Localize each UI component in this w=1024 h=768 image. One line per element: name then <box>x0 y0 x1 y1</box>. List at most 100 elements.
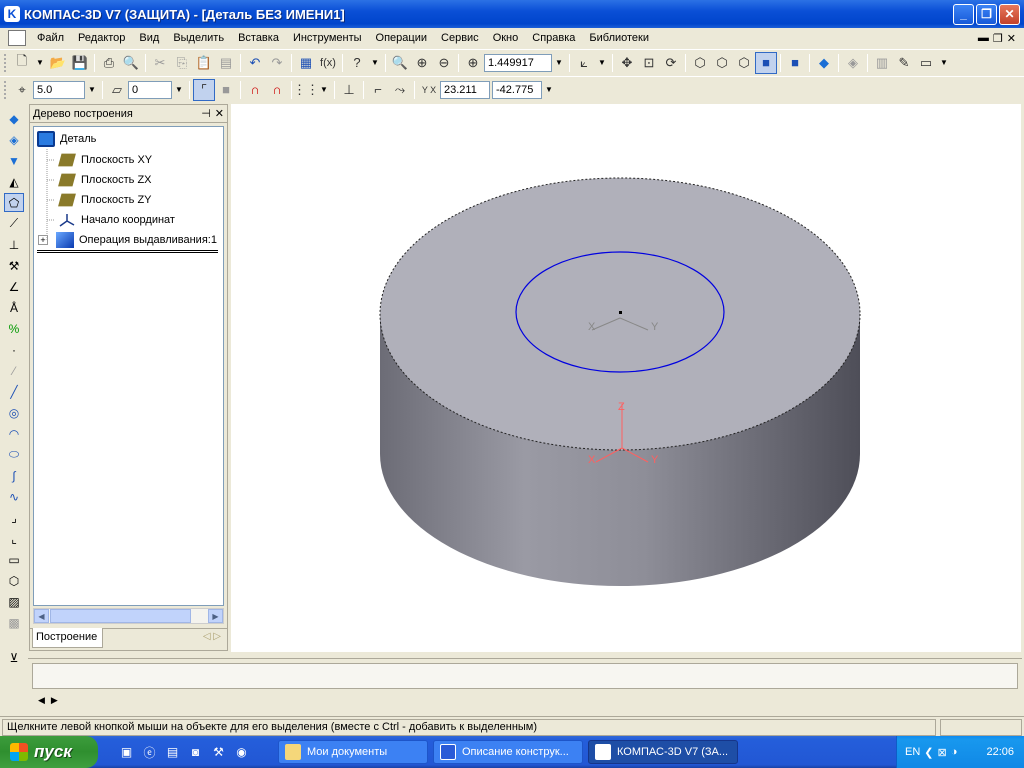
round-icon[interactable]: ⤳ <box>389 79 411 101</box>
undo-icon[interactable]: ↶ <box>244 52 266 74</box>
edit-part-icon[interactable]: ■ <box>215 79 237 101</box>
menu-help[interactable]: Справка <box>525 32 582 44</box>
chevron-down-icon[interactable]: ▼ <box>368 58 382 67</box>
task-kompas[interactable]: КОМПАС-3D V7 (ЗА... <box>588 740 738 764</box>
chevron-down-icon[interactable]: ▼ <box>542 85 556 94</box>
show-desktop-icon[interactable]: ▣ <box>116 742 137 763</box>
chamfer-icon[interactable]: ⌟ <box>4 508 24 527</box>
constraints-icon[interactable]: ∠ <box>4 277 24 296</box>
tree-item-plane-zy[interactable]: Плоскость ZY <box>58 191 152 209</box>
fillet-icon[interactable]: ⌞ <box>4 529 24 548</box>
help-cursor-icon[interactable]: ? <box>346 52 368 74</box>
tree-item-origin[interactable]: Начало координат <box>58 211 175 229</box>
local-cs-icon[interactable]: ⊥ <box>338 79 360 101</box>
open-file-icon[interactable]: 📂 <box>47 52 69 74</box>
explorer-icon[interactable]: ▤ <box>162 742 183 763</box>
perspective-icon[interactable]: ◆ <box>813 52 835 74</box>
document-icon[interactable] <box>8 30 26 46</box>
fill-icon[interactable]: ▩ <box>4 613 24 632</box>
coord-y-field[interactable]: -42.775 <box>492 80 542 99</box>
zoom-frame-icon[interactable]: 🔍 <box>389 52 411 74</box>
spec-icon[interactable]: ▥ <box>871 52 893 74</box>
ellipse-icon[interactable]: ⬭ <box>4 445 24 464</box>
zoom-out-icon[interactable]: ⊖ <box>433 52 455 74</box>
wireframe-icon[interactable]: ⬡ <box>689 52 711 74</box>
menu-tools[interactable]: Инструменты <box>286 32 369 44</box>
orientation-icon[interactable]: ⟀ <box>573 52 595 74</box>
tree-item-plane-zx[interactable]: Плоскость ZX <box>58 171 152 189</box>
circle-icon[interactable]: ◎ <box>4 403 24 422</box>
media-player-icon[interactable]: ◉ <box>231 742 252 763</box>
app-icon[interactable]: ⚒ <box>208 742 229 763</box>
edit-operations-icon[interactable]: ◈ <box>4 130 24 149</box>
measure-icon[interactable]: ◭ <box>4 172 24 191</box>
print-icon[interactable]: ⎙ <box>98 52 120 74</box>
layer-field[interactable]: 0 <box>128 80 172 99</box>
task-my-documents[interactable]: Мои документы <box>278 740 428 764</box>
hidden-lines-icon[interactable]: ⬡ <box>711 52 733 74</box>
start-button[interactable]: пуск <box>0 736 98 768</box>
zoom-fit-icon[interactable]: ⊡ <box>638 52 660 74</box>
thin-hidden-lines-icon[interactable]: ⬡ <box>733 52 755 74</box>
point-icon[interactable]: · <box>4 340 24 359</box>
filter-icon[interactable]: ▼ <box>4 151 24 170</box>
model-viewport[interactable]: X Y Z X Y <box>231 104 1021 652</box>
chevron-down-icon[interactable]: ▼ <box>317 85 331 94</box>
print-preview-icon[interactable]: 🔍 <box>120 52 142 74</box>
ie-icon[interactable]: ⓔ <box>139 742 160 763</box>
editing-icon[interactable]: ⚒ <box>4 256 24 275</box>
parametrization-icon[interactable]: ⊥ <box>4 235 24 254</box>
layers-icon[interactable]: ▱ <box>106 79 128 101</box>
toolbar-grip[interactable] <box>4 53 7 72</box>
paste-icon[interactable]: 📋 <box>193 52 215 74</box>
menu-edit[interactable]: Редактор <box>71 32 132 44</box>
scroll-thumb[interactable] <box>50 609 191 623</box>
grid-icon[interactable]: ⋮⋮ <box>293 79 319 101</box>
step-field[interactable]: 5.0 <box>33 80 85 99</box>
language-indicator[interactable]: EN <box>905 746 920 758</box>
pan-icon[interactable]: ✥ <box>616 52 638 74</box>
tab-prev-icon[interactable]: ◁ <box>203 631 211 642</box>
local-snap-icon[interactable]: ∩ <box>266 79 288 101</box>
chevron-down-icon[interactable]: ▼ <box>937 58 951 67</box>
menu-service[interactable]: Сервис <box>434 32 486 44</box>
rectangle-icon[interactable]: ▭ <box>4 550 24 569</box>
nav-right-icon[interactable]: ▶ <box>51 695 64 705</box>
dimensions-icon[interactable]: ⟋ <box>4 214 24 233</box>
variables-fx-icon[interactable]: f(x) <box>317 52 339 74</box>
pin-icon[interactable]: ⊣ <box>201 107 211 120</box>
component-icon[interactable]: ◈ <box>842 52 864 74</box>
sketch-icon[interactable]: ⌜ <box>193 78 215 101</box>
panel-close-icon[interactable]: ✕ <box>215 107 224 120</box>
new-file-icon[interactable]: 🗋 <box>11 52 33 74</box>
scroll-left-icon[interactable]: ◀ <box>34 609 49 623</box>
maximize-button[interactable]: ❐ <box>976 3 997 25</box>
arc-icon[interactable]: ◠ <box>4 424 24 443</box>
cut-icon[interactable]: ✂ <box>149 52 171 74</box>
scroll-right-icon[interactable]: ▶ <box>208 609 223 623</box>
zoom-scale-icon[interactable]: ⊕ <box>462 52 484 74</box>
menu-view[interactable]: Вид <box>132 32 166 44</box>
geometry-icon[interactable]: ◆ <box>4 109 24 128</box>
rotate-icon[interactable]: ⟳ <box>660 52 682 74</box>
media-icon[interactable]: ◙ <box>185 742 206 763</box>
tray-collapse-icon[interactable]: ❮ <box>924 746 933 759</box>
menu-operations[interactable]: Операции <box>369 32 434 44</box>
nav-left-icon[interactable]: ◀ <box>38 695 51 705</box>
properties-icon[interactable]: ▤ <box>215 52 237 74</box>
insert-fragment-icon[interactable]: ⊻ <box>4 648 24 667</box>
chevron-down-icon[interactable]: ▼ <box>85 85 99 94</box>
chevron-down-icon[interactable]: ▼ <box>595 58 609 67</box>
percent-icon[interactable]: % <box>4 319 24 338</box>
tree-horizontal-scrollbar[interactable]: ◀ ▶ <box>33 608 224 624</box>
chevron-down-icon[interactable]: ▼ <box>33 58 47 67</box>
minimize-button[interactable]: _ <box>953 3 974 25</box>
segment-icon[interactable]: ╱ <box>4 382 24 401</box>
shaded-edges-icon[interactable]: ■ <box>784 52 806 74</box>
tree-item-part[interactable]: Деталь <box>37 130 96 148</box>
sketch-geometry-icon[interactable]: ⬠ <box>4 193 24 212</box>
chevron-down-icon[interactable]: ▼ <box>172 85 186 94</box>
volume-icon[interactable]: ◑ <box>951 746 958 758</box>
continuous-line-icon[interactable]: ∫ <box>4 466 24 485</box>
coord-x-field[interactable]: 23.211 <box>440 80 490 99</box>
